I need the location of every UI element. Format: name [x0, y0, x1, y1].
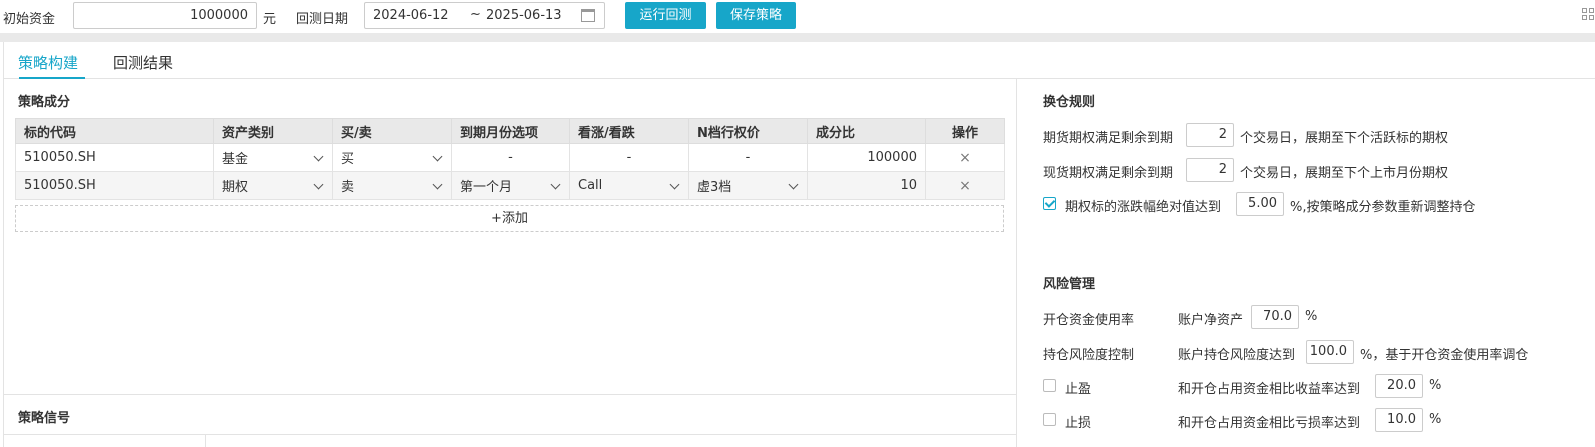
- rule3-suffix: %,按策略成分参数重新调整持仓: [1290, 200, 1476, 215]
- tab-strategy-build[interactable]: 策略构建: [18, 52, 78, 73]
- take-profit-label: 止盈: [1065, 382, 1092, 397]
- take-profit-checkbox[interactable]: [1043, 379, 1056, 392]
- save-strategy-button[interactable]: 保存策略: [716, 2, 796, 29]
- date-label: 回测日期: [296, 12, 349, 27]
- add-component-button[interactable]: +添加: [15, 205, 1004, 232]
- delete-icon[interactable]: ×: [959, 178, 971, 194]
- open-usage-label: 开仓资金使用率: [1043, 313, 1135, 328]
- col-action: 操作: [925, 118, 1005, 144]
- rule2-days-input[interactable]: 2: [1186, 158, 1234, 182]
- open-usage-input[interactable]: 70.0: [1251, 305, 1299, 329]
- col-side: 买/卖: [332, 118, 452, 144]
- strike-cell: -: [688, 143, 808, 172]
- col-ratio: 成分比: [807, 118, 926, 144]
- horizontal-divider: [3, 394, 1016, 395]
- take-profit-input[interactable]: 20.0: [1375, 374, 1423, 398]
- rollover-title: 换仓规则: [1043, 95, 1096, 110]
- code-cell[interactable]: 510050.SH: [15, 171, 214, 200]
- top-toolbar: 初始资金 1000000 元 回测日期 2024-06-12 ~ 2025-06…: [0, 0, 1595, 33]
- take-profit-prefix: 和开仓占用资金相比收益率达到: [1178, 382, 1361, 397]
- ratio-input[interactable]: 100000: [807, 143, 926, 172]
- rule1-days-input[interactable]: 2: [1186, 123, 1234, 147]
- grid-icon[interactable]: [1582, 8, 1595, 21]
- run-backtest-button[interactable]: 运行回测: [625, 2, 706, 29]
- end-date[interactable]: 2025-06-13: [486, 8, 562, 23]
- stop-loss-input[interactable]: 10.0: [1375, 408, 1423, 432]
- signal-title: 策略信号: [18, 411, 71, 426]
- open-usage-prefix: 账户净资产: [1178, 313, 1244, 328]
- start-date[interactable]: 2024-06-12: [373, 8, 449, 23]
- table-header-row: 标的代码 资产类别 买/卖 到期月份选项 看涨/看跌 N档行权价 成分比 操作: [15, 118, 1005, 144]
- stop-loss-suffix: %: [1429, 412, 1442, 427]
- separator-band: [0, 33, 1595, 42]
- capital-label: 初始资金: [3, 12, 56, 27]
- callput-value: Call: [578, 178, 603, 193]
- expiry-value: 第一个月: [460, 180, 513, 195]
- stop-loss-label: 止损: [1065, 416, 1092, 431]
- date-range-picker[interactable]: 2024-06-12 ~ 2025-06-13: [364, 2, 605, 29]
- chevron-down-icon: [432, 151, 443, 162]
- expiry-cell: -: [451, 143, 570, 172]
- signal-table-border: [3, 434, 1016, 435]
- chevron-down-icon: [313, 151, 324, 162]
- hold-risk-suffix: %，基于开仓资金使用率调仓: [1360, 348, 1529, 363]
- capital-input[interactable]: 1000000: [73, 2, 257, 29]
- col-code: 标的代码: [15, 118, 214, 144]
- rule3-checkbox[interactable]: [1043, 197, 1056, 210]
- col-strike: N档行权价: [688, 118, 808, 144]
- col-callput: 看涨/看跌: [569, 118, 689, 144]
- chevron-down-icon: [550, 179, 561, 190]
- col-expiry: 到期月份选项: [451, 118, 570, 144]
- chevron-down-icon: [432, 179, 443, 190]
- tab-bar: 策略构建 回测结果: [3, 42, 1595, 79]
- asset-select[interactable]: 期权: [213, 171, 333, 200]
- strike-value: 虚3档: [697, 180, 732, 195]
- delete-icon[interactable]: ×: [959, 150, 971, 166]
- chevron-down-icon: [788, 179, 799, 190]
- table-row: 510050.SH 基金 买 - - - 100000 ×: [15, 143, 1005, 172]
- asset-value: 基金: [222, 152, 249, 167]
- asset-value: 期权: [222, 180, 249, 195]
- col-asset: 资产类别: [213, 118, 333, 144]
- side-value: 买: [341, 152, 355, 167]
- rule2-prefix: 现货期权满足剩余到期: [1043, 166, 1174, 181]
- stop-loss-prefix: 和开仓占用资金相比亏损率达到: [1178, 416, 1361, 431]
- hold-risk-prefix: 账户持仓风险度达到: [1178, 348, 1296, 363]
- chevron-down-icon: [669, 179, 680, 190]
- stop-loss-checkbox[interactable]: [1043, 413, 1056, 426]
- code-cell[interactable]: 510050.SH: [15, 143, 214, 172]
- tab-active-indicator: [19, 77, 85, 79]
- side-value: 卖: [341, 180, 355, 195]
- expiry-select[interactable]: 第一个月: [451, 171, 570, 200]
- take-profit-suffix: %: [1429, 378, 1442, 393]
- rule1-suffix: 个交易日，展期至下个活跃标的期权: [1240, 131, 1449, 146]
- strike-select[interactable]: 虚3档: [688, 171, 808, 200]
- table-row: 510050.SH 期权 卖 第一个月 Call 虚3档 10 ×: [15, 171, 1005, 200]
- hold-risk-input[interactable]: 100.0: [1306, 340, 1354, 364]
- callput-cell: -: [569, 143, 689, 172]
- asset-select[interactable]: 基金: [213, 143, 333, 172]
- chevron-down-icon: [313, 179, 324, 190]
- side-select[interactable]: 卖: [332, 171, 452, 200]
- composition-title: 策略成分: [18, 95, 71, 110]
- open-usage-suffix: %: [1305, 309, 1318, 324]
- capital-unit: 元: [263, 12, 277, 27]
- side-select[interactable]: 买: [332, 143, 452, 172]
- callput-select[interactable]: Call: [569, 171, 689, 200]
- vertical-divider: [1016, 79, 1017, 447]
- calendar-icon[interactable]: [581, 9, 595, 22]
- rule3-percent-input[interactable]: 5.00: [1236, 192, 1284, 216]
- rule2-suffix: 个交易日，展期至下个上市月份期权: [1240, 166, 1449, 181]
- rule3-prefix: 期权标的涨跌幅绝对值达到: [1065, 200, 1222, 215]
- rule1-prefix: 期货期权满足剩余到期: [1043, 131, 1174, 146]
- hold-risk-label: 持仓风险度控制: [1043, 348, 1135, 363]
- signal-table-divider: [205, 434, 206, 447]
- tab-backtest-result[interactable]: 回测结果: [113, 52, 173, 73]
- risk-title: 风险管理: [1043, 277, 1096, 292]
- date-separator: ~: [470, 7, 481, 22]
- composition-table: 标的代码 资产类别 买/卖 到期月份选项 看涨/看跌 N档行权价 成分比 操作 …: [15, 118, 1005, 200]
- ratio-input[interactable]: 10: [807, 171, 926, 200]
